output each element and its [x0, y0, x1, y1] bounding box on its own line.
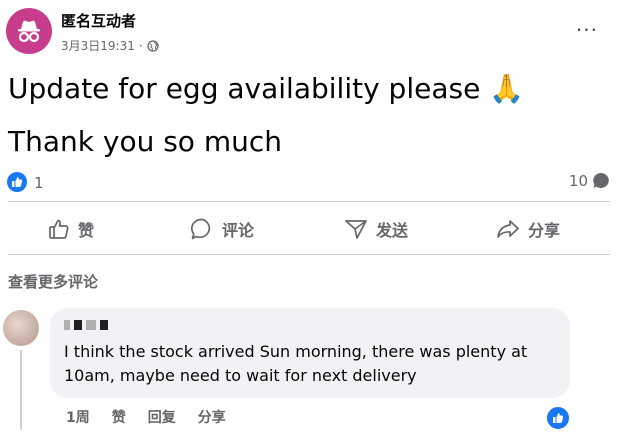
thumbs-up-outline-icon	[49, 219, 69, 239]
comment-like-reaction-icon[interactable]	[545, 405, 571, 431]
more-options-button[interactable]: ···	[576, 18, 598, 42]
share-arrow-icon	[497, 220, 519, 238]
page-avatar[interactable]	[6, 8, 52, 54]
like-count[interactable]: 1	[34, 174, 44, 192]
post-meta: 3月3日19:31 ·	[61, 37, 159, 54]
comment-actions: 1周 赞 回复 分享	[66, 407, 226, 427]
commenter-avatar[interactable]	[3, 310, 39, 346]
comment-time[interactable]: 1周	[66, 407, 90, 427]
post-text-line-1: Update for egg availability please 🙏	[8, 72, 525, 105]
like-label: 赞	[78, 221, 95, 240]
comment-button[interactable]: 评论	[190, 217, 254, 241]
post-text-line-2: Thank you so much	[8, 125, 282, 158]
redaction-block	[74, 320, 82, 330]
like-reaction-icon[interactable]	[7, 172, 27, 192]
meta-separator: ·	[138, 38, 143, 53]
thread-line	[20, 350, 22, 430]
comment-reply-button[interactable]: 回复	[148, 407, 176, 427]
incognito-icon	[18, 20, 40, 43]
comment-bubble-icon	[593, 173, 609, 189]
commenter-name-redacted[interactable]	[64, 320, 108, 330]
comment-outline-icon	[191, 218, 211, 240]
post-author[interactable]: 匿名互动者	[61, 10, 136, 31]
send-icon	[345, 220, 367, 239]
thumbs-up-icon	[12, 177, 23, 187]
send-label: 发送	[376, 221, 409, 240]
redaction-block	[100, 320, 108, 330]
thumbs-up-icon	[553, 413, 564, 423]
like-button[interactable]: 赞	[48, 217, 94, 241]
comment-count[interactable]: 10	[569, 172, 610, 190]
comment-text: I think the stock arrived Sun morning, t…	[64, 342, 528, 385]
comment-like-button[interactable]: 赞	[112, 407, 126, 427]
redaction-block	[86, 320, 96, 330]
send-button[interactable]: 发送	[344, 217, 408, 241]
comment-label: 评论	[222, 221, 255, 240]
post-timestamp[interactable]: 3月3日19:31	[61, 37, 135, 54]
comment-share-button[interactable]: 分享	[198, 407, 226, 427]
share-label: 分享	[528, 221, 561, 240]
share-button[interactable]: 分享	[496, 217, 560, 241]
globe-icon	[147, 39, 159, 52]
divider-top	[8, 201, 610, 202]
redaction-block	[64, 320, 70, 330]
divider-bottom	[8, 254, 610, 255]
comment-count-value: 10	[568, 172, 588, 190]
view-more-comments-link[interactable]: 查看更多评论	[8, 271, 98, 292]
